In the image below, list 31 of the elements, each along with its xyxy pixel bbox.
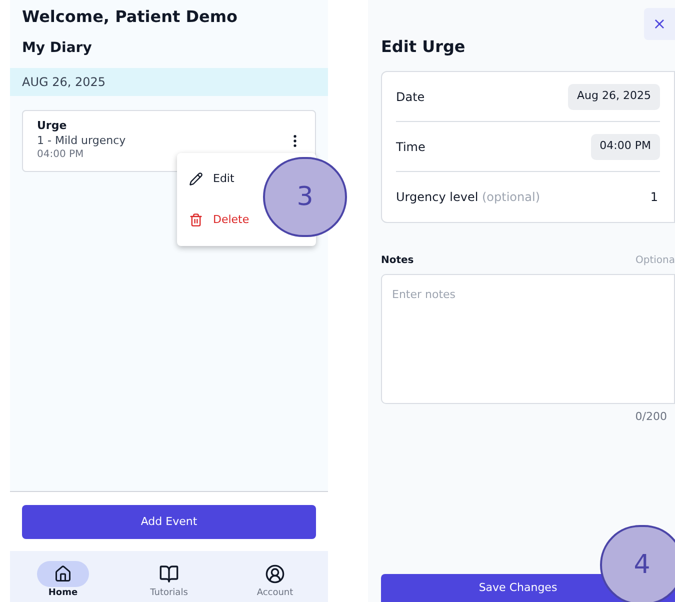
notes-field[interactable]: Enter notes — [381, 274, 675, 404]
close-button[interactable]: × — [644, 8, 675, 40]
trash-icon — [189, 212, 203, 227]
nav-tab[interactable]: Home — [23, 561, 103, 602]
pencil-icon — [189, 172, 203, 186]
home-icon — [54, 565, 72, 583]
character-counter: 0/200 — [635, 409, 667, 425]
edit-title: Edit Urge — [381, 36, 466, 58]
event-type: Urge — [37, 119, 67, 133]
menu-item[interactable]: Delete — [177, 212, 262, 228]
field-label: Urgency level (optional) — [396, 189, 540, 206]
step-marker-tooltip: 4 — [600, 525, 675, 602]
field-label: Date — [396, 88, 425, 106]
value-chip[interactable]: 04:00 PM — [590, 134, 660, 160]
field-label: Time — [396, 138, 426, 156]
diary-title: My Diary — [21, 39, 93, 58]
value-chip[interactable]: Aug 26, 2025 — [568, 84, 660, 110]
welcome-heading: Welcome, Patient Demo — [21, 6, 239, 28]
event-level: 1 - Mild urgency — [37, 133, 126, 148]
nav-tab[interactable]: Account — [235, 561, 315, 602]
book-icon — [159, 564, 179, 584]
field-value: 1 — [650, 189, 659, 206]
account-icon — [265, 564, 285, 584]
event-time: 04:00 PM — [37, 148, 84, 161]
add-event-button[interactable]: Add Event — [22, 505, 316, 539]
nav-tab[interactable]: Tutorials — [129, 561, 209, 602]
date-header: AUG 26, 2025 — [10, 68, 328, 96]
menu-item[interactable]: Edit — [177, 171, 246, 188]
optional-hint: Optiona — [635, 254, 675, 268]
step-marker-tooltip: 3 — [263, 157, 347, 237]
notes-label: Notes — [381, 254, 414, 268]
